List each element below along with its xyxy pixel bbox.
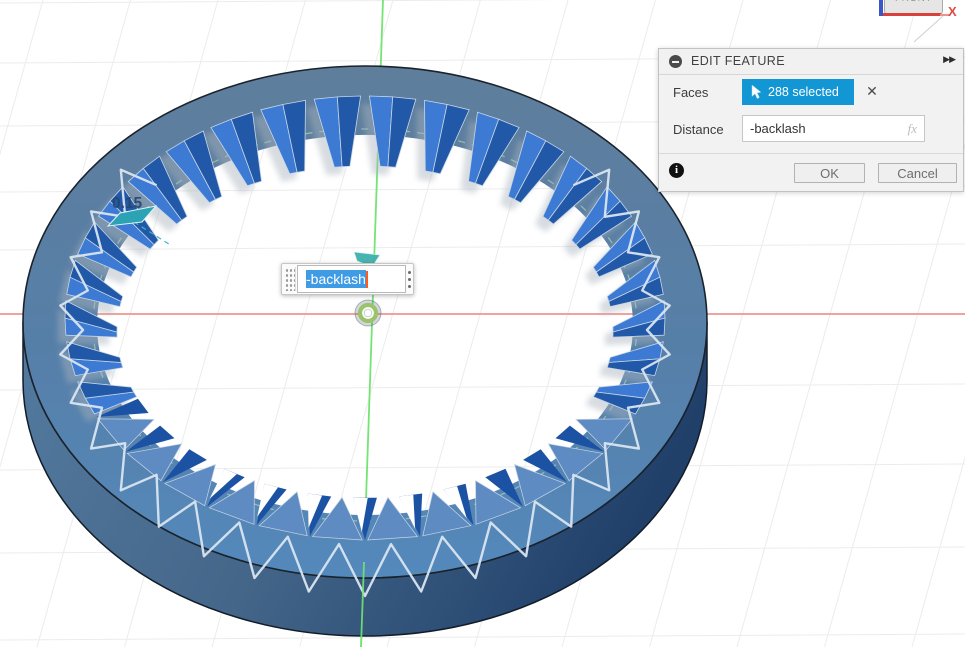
faces-selected-count: 288 selected bbox=[768, 85, 839, 99]
edit-feature-dialog[interactable]: EDIT FEATURE ▶▶ Faces 288 selected ✕ Dis… bbox=[658, 48, 964, 192]
clear-selection-icon[interactable]: ✕ bbox=[863, 82, 881, 100]
viewport-canvas[interactable]: 0.15 -backlash FRONT X EDIT FEATURE ▶▶ F… bbox=[0, 0, 965, 647]
collapse-icon[interactable] bbox=[669, 55, 682, 68]
value-scrub-handle[interactable] bbox=[284, 267, 296, 291]
dialog-footer: i OK Cancel bbox=[659, 153, 963, 194]
cursor-icon bbox=[751, 85, 762, 100]
viewcube-edge-line bbox=[914, 16, 943, 42]
selected-text: -backlash bbox=[306, 270, 366, 288]
expand-panel-icon[interactable]: ▶▶ bbox=[943, 54, 955, 65]
dimension-value-label[interactable]: 0.15 bbox=[112, 195, 143, 212]
faces-label: Faces bbox=[673, 85, 708, 100]
distance-label: Distance bbox=[673, 122, 724, 137]
faces-selected-badge[interactable]: 288 selected bbox=[742, 79, 854, 105]
x-axis-bar bbox=[883, 13, 941, 16]
viewcube-face-label: FRONT bbox=[885, 0, 942, 4]
inline-dimension-editor[interactable]: -backlash bbox=[281, 263, 414, 295]
gear-model[interactable] bbox=[23, 66, 707, 636]
inline-input-menu-button[interactable] bbox=[406, 264, 413, 294]
inline-dimension-input[interactable]: -backlash bbox=[297, 265, 406, 293]
fx-indicator: fx bbox=[908, 121, 917, 137]
x-axis-label: X bbox=[948, 4, 957, 19]
distance-input[interactable]: -backlash fx bbox=[742, 115, 925, 142]
ok-button[interactable]: OK bbox=[794, 163, 865, 183]
dialog-header[interactable]: EDIT FEATURE ▶▶ bbox=[659, 49, 963, 75]
cancel-button[interactable]: Cancel bbox=[878, 163, 957, 183]
info-icon[interactable]: i bbox=[669, 163, 684, 178]
text-caret bbox=[366, 271, 368, 288]
distance-value: -backlash bbox=[750, 121, 806, 136]
origin-marker[interactable] bbox=[355, 300, 381, 326]
dialog-title: EDIT FEATURE bbox=[691, 54, 785, 68]
